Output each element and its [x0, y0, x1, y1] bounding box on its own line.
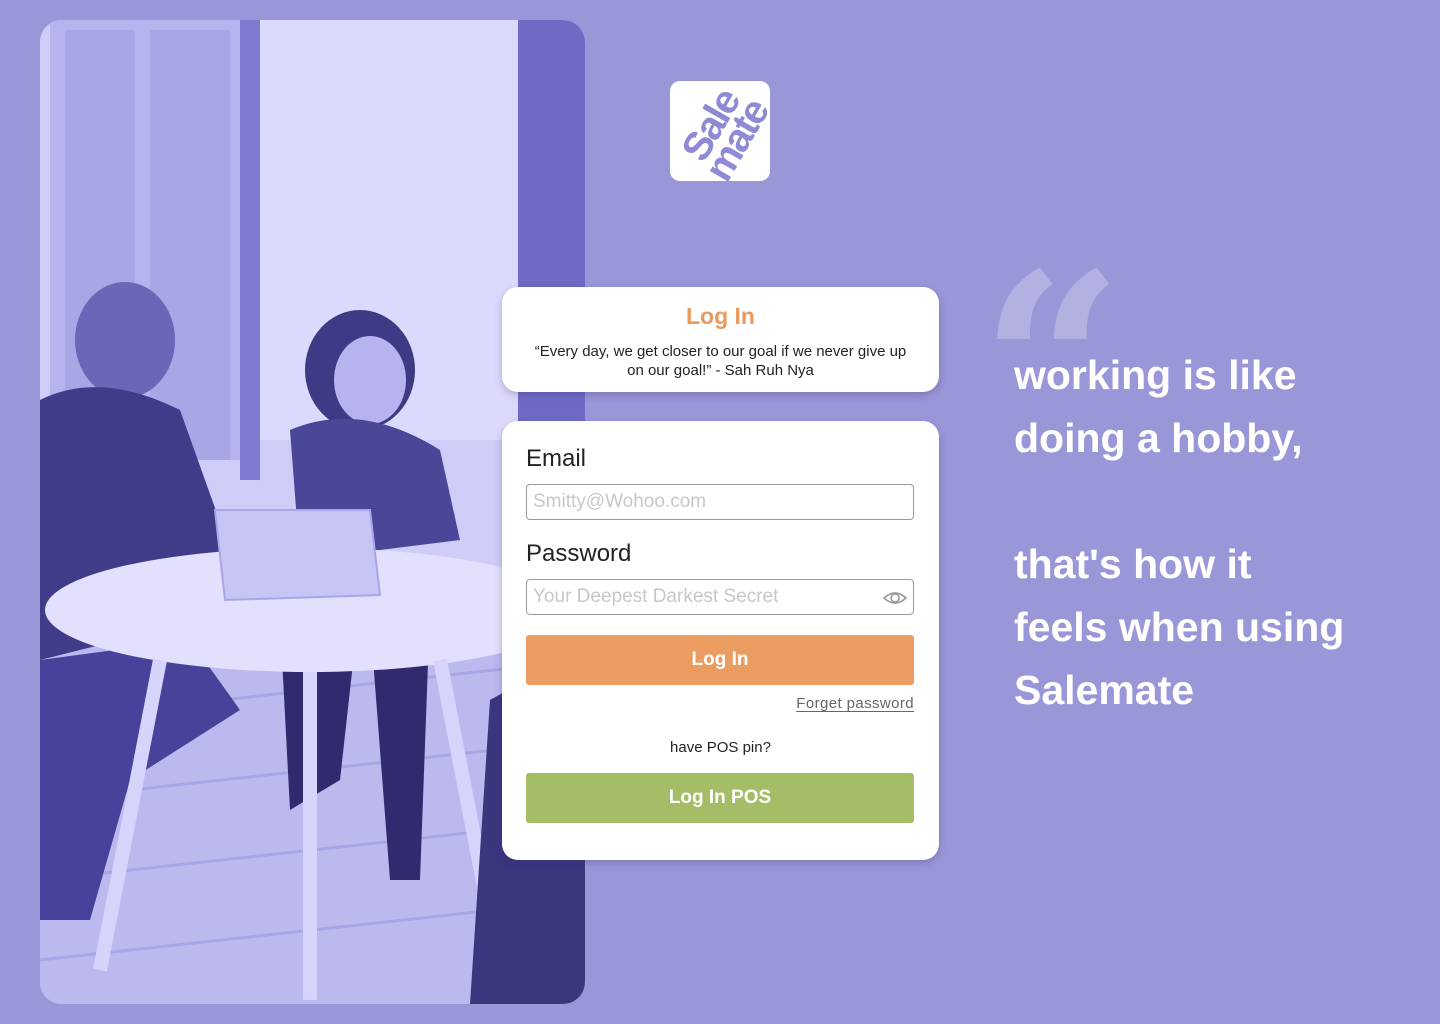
eye-icon[interactable] [883, 587, 907, 609]
password-field[interactable] [527, 580, 913, 614]
login-header-card: Log In “Every day, we get closer to our … [502, 287, 939, 392]
password-label: Password [526, 540, 632, 567]
login-title: Log In [686, 303, 755, 329]
email-label: Email [526, 445, 587, 472]
login-pos-button[interactable]: Log In POS [526, 773, 914, 823]
login-form-card: Email Password Log In Forget password ha… [502, 421, 939, 860]
side-quote-line: Salemate [1014, 667, 1195, 713]
side-quote-line: feels when using [1014, 604, 1345, 650]
email-field-wrapper [526, 484, 914, 520]
login-page: Sale mate Log In “Every day, we get clos… [0, 0, 1440, 1024]
email-field[interactable] [527, 485, 913, 519]
pos-pin-question: have POS pin? [670, 739, 771, 756]
side-quote-line: working is like [1014, 352, 1297, 398]
login-button[interactable]: Log In [526, 635, 914, 685]
password-field-wrapper [526, 579, 914, 615]
logo-wordmark: Sale mate [670, 81, 770, 181]
forget-password-link[interactable]: Forget password [796, 695, 914, 712]
motivation-quote: “Every day, we get closer to our goal if… [534, 343, 907, 379]
side-quote-line: that's how it [1014, 541, 1252, 587]
side-quote-line: doing a hobby, [1014, 415, 1303, 461]
side-quote: working is like doing a hobby, that's ho… [1014, 344, 1414, 722]
salemate-logo: Sale mate [670, 81, 770, 181]
